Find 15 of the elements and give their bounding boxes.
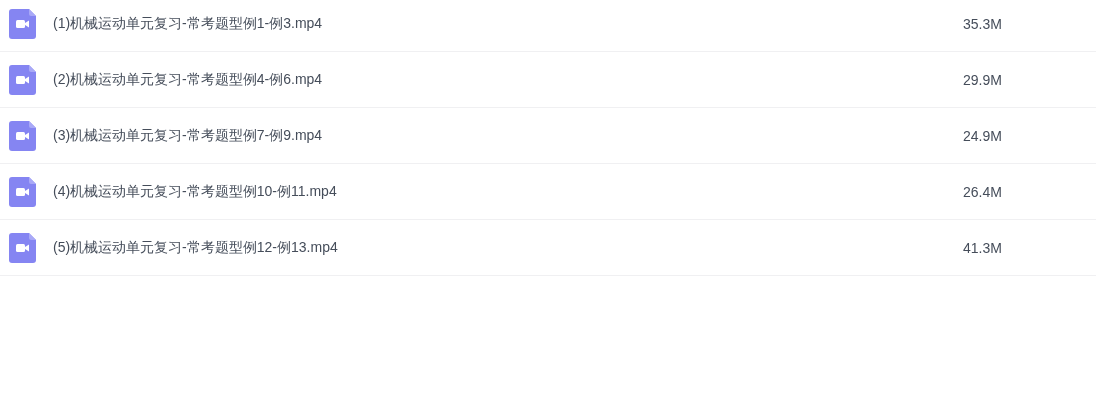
video-file-icon xyxy=(9,120,36,151)
video-file-icon xyxy=(9,8,36,39)
file-size: 41.3M xyxy=(963,239,1003,256)
file-name[interactable]: (3)机械运动单元复习-常考题型例7-例9.mp4 xyxy=(53,126,963,145)
video-file-icon xyxy=(9,176,36,207)
video-file-icon xyxy=(9,232,36,263)
file-name[interactable]: (1)机械运动单元复习-常考题型例1-例3.mp4 xyxy=(53,14,963,33)
file-name[interactable]: (5)机械运动单元复习-常考题型例12-例13.mp4 xyxy=(53,238,963,257)
file-size: 35.3M xyxy=(963,15,1003,32)
video-file-icon xyxy=(9,64,36,95)
file-size: 29.9M xyxy=(963,71,1003,88)
file-size: 26.4M xyxy=(963,183,1003,200)
file-name[interactable]: (2)机械运动单元复习-常考题型例4-例6.mp4 xyxy=(53,70,963,89)
file-name[interactable]: (4)机械运动单元复习-常考题型例10-例11.mp4 xyxy=(53,182,963,201)
file-size: 24.9M xyxy=(963,127,1003,144)
